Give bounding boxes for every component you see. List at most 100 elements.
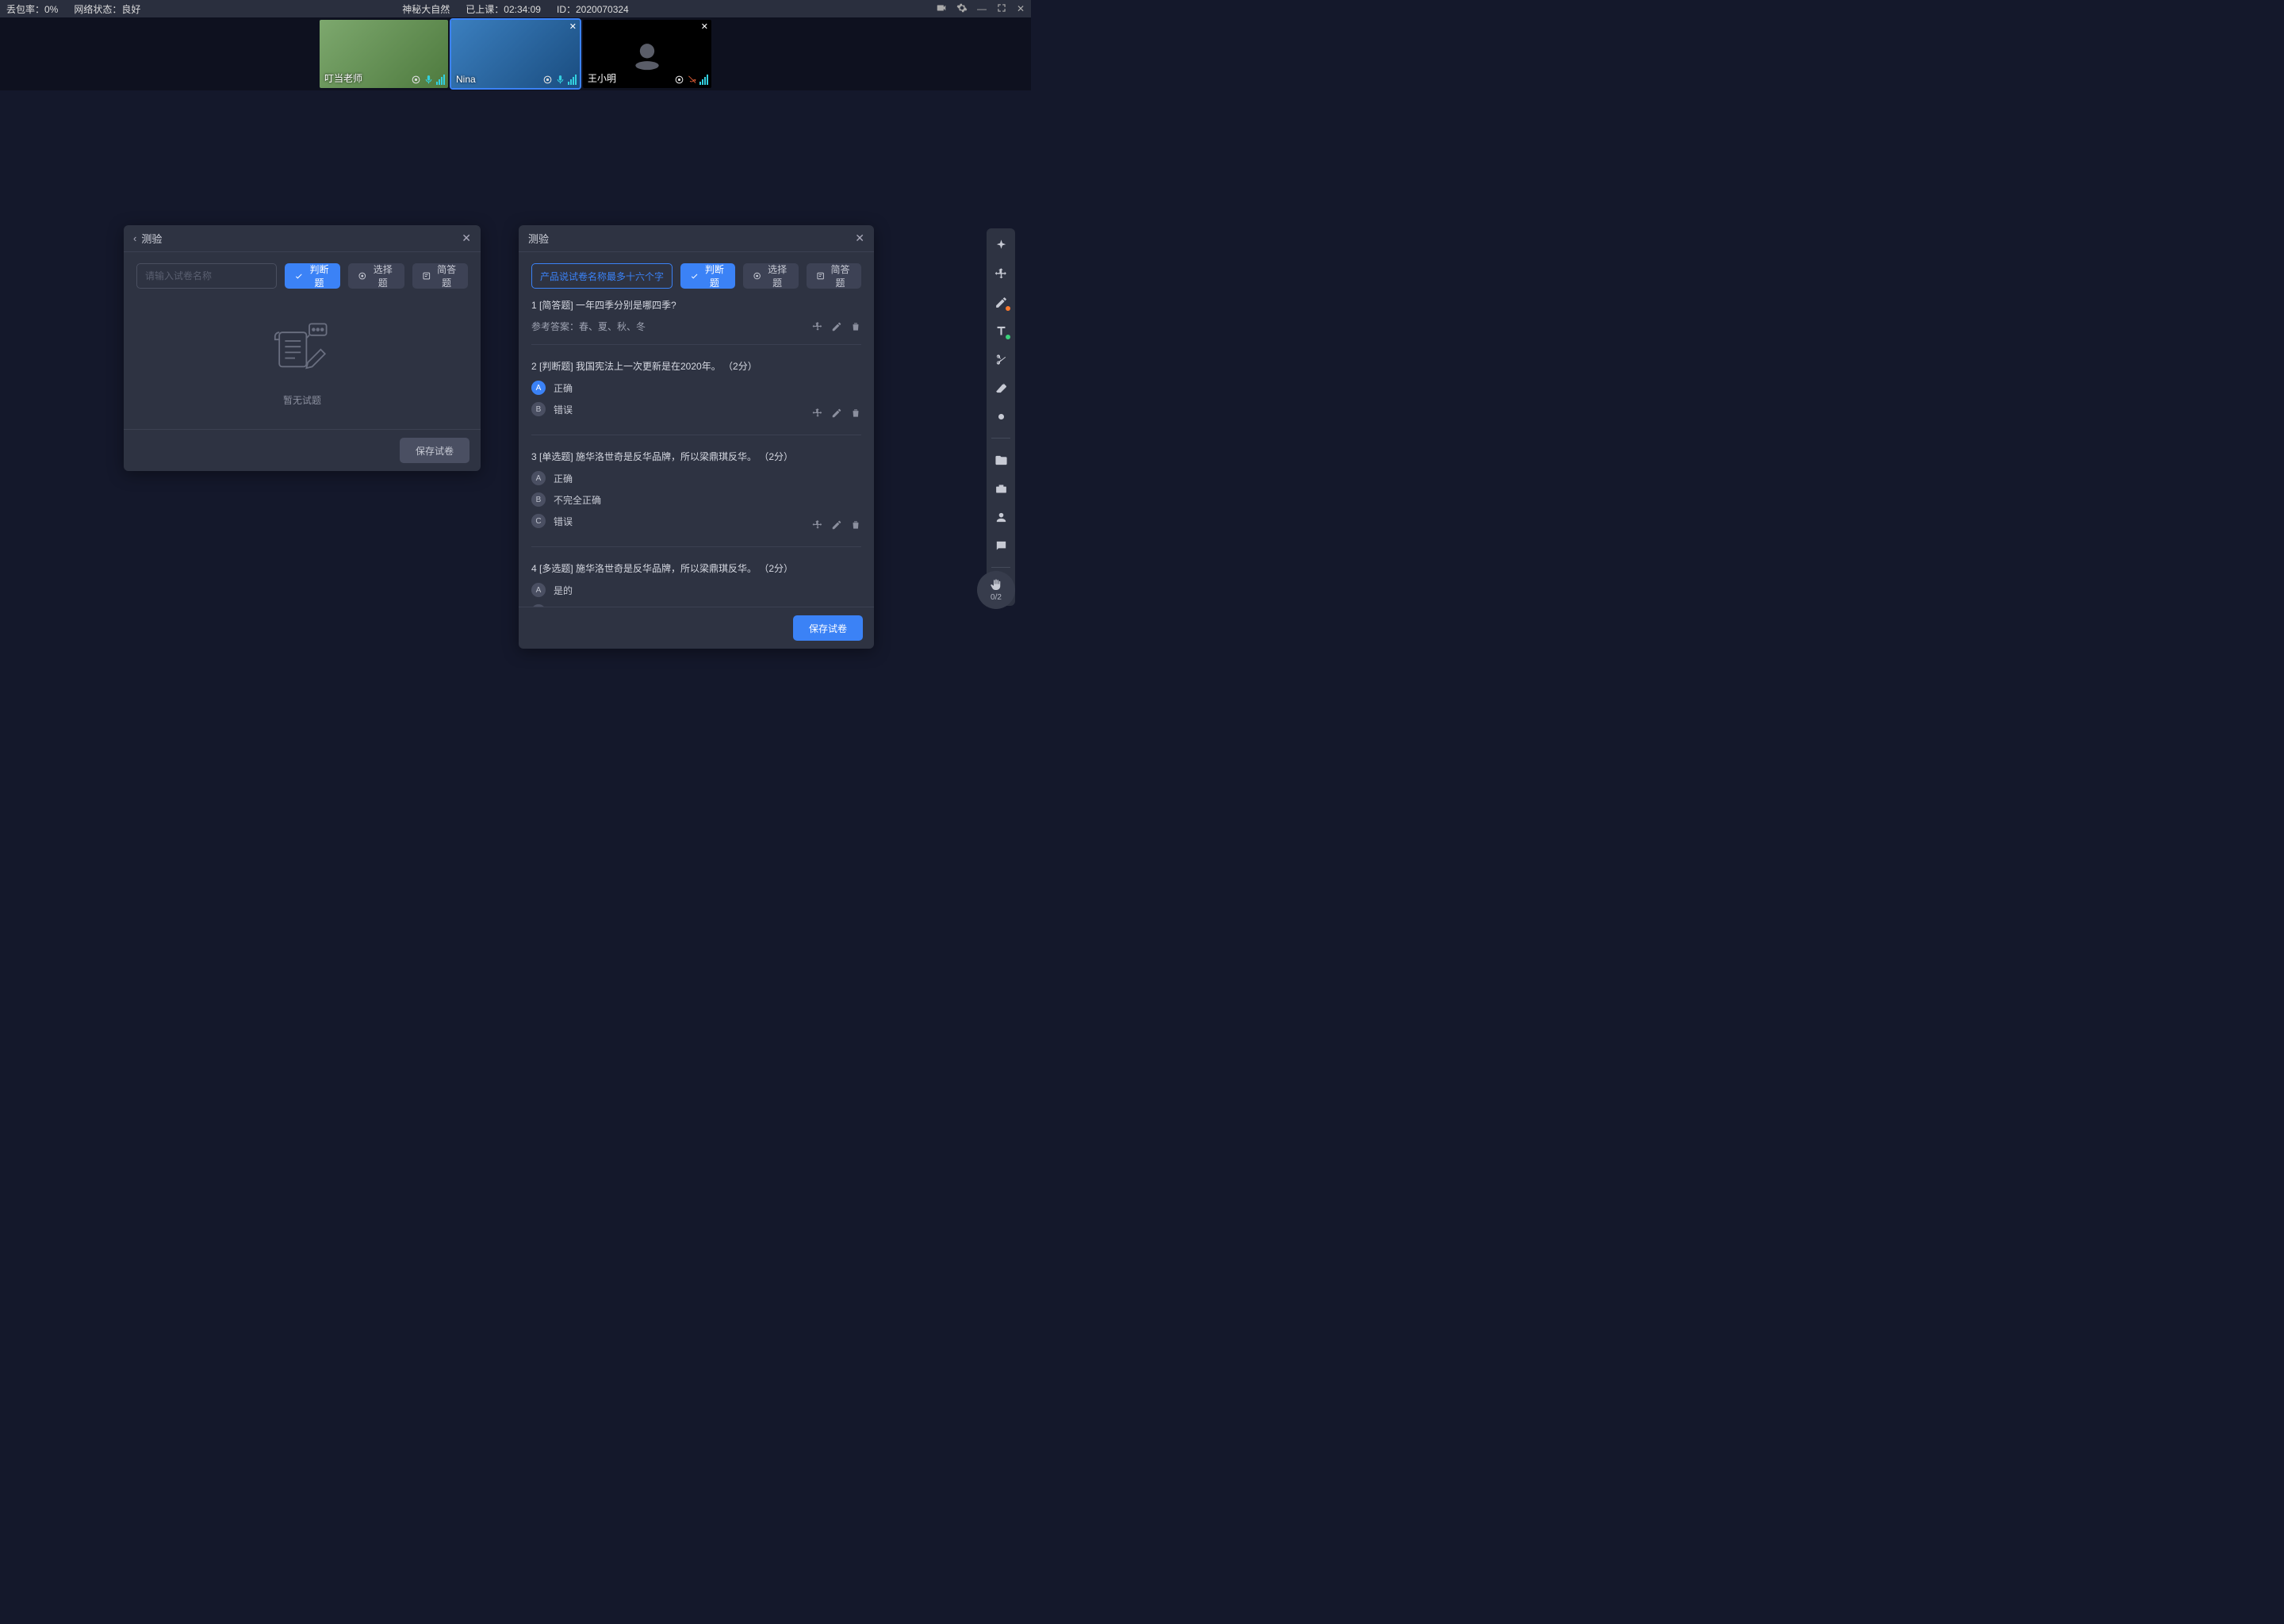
option-text: 错误 — [554, 403, 573, 416]
add-short-button[interactable]: 简答题 — [412, 263, 468, 289]
toolbox-icon[interactable] — [992, 480, 1010, 497]
minimize-button[interactable]: — — [977, 3, 987, 14]
quiz-panel-empty: ‹ 测验 ✕ 判断题 选择题 简答题 — [124, 225, 481, 471]
class-timer: 已上课：02:34:09 — [466, 2, 541, 16]
close-button[interactable]: ✕ — [1017, 3, 1025, 14]
packet-loss: 丢包率：0% — [6, 2, 58, 16]
add-choice-button[interactable]: 选择题 — [743, 263, 798, 289]
add-judge-button[interactable]: 判断题 — [680, 263, 735, 289]
option-letter: A — [531, 381, 546, 395]
audio-level-icon — [699, 75, 708, 85]
close-panel-button[interactable]: ✕ — [855, 232, 864, 245]
scissors-icon[interactable] — [992, 350, 1010, 368]
video-name: Nina — [456, 74, 476, 85]
option-row[interactable]: A 是的 — [531, 583, 861, 597]
option-text: 是的 — [554, 584, 573, 597]
edit-icon[interactable] — [831, 519, 842, 530]
record-icon — [411, 75, 421, 85]
option-text: 不完全正确 — [554, 493, 601, 507]
eraser-icon[interactable] — [992, 379, 1010, 396]
delete-icon[interactable] — [850, 519, 861, 530]
mic-muted-icon — [687, 75, 697, 85]
video-tile[interactable]: ✕王小明 — [583, 20, 711, 88]
close-panel-button[interactable]: ✕ — [462, 232, 471, 245]
question-item: 2 [判断题] 我国宪法上一次更新是在2020年。 （2分）A正确B错误 — [531, 359, 861, 435]
video-row: 叮当老师 ✕ Nina ✕王小明 — [0, 17, 1031, 90]
question-item: 1 [简答题] 一年四季分别是哪四季? 参考答案：春、夏、秋、冬 — [531, 298, 861, 345]
empty-state: 暂无试题 — [136, 289, 468, 419]
audio-level-icon — [568, 75, 577, 85]
network-status: 网络状态：良好 — [74, 2, 140, 16]
question-title: 1 [简答题] 一年四季分别是哪四季? — [531, 298, 861, 312]
option-row[interactable]: B错误 — [531, 402, 573, 416]
video-tile[interactable]: 叮当老师 — [320, 20, 448, 88]
mic-on-icon — [423, 75, 434, 85]
question-actions — [812, 519, 861, 530]
quiz-name-input[interactable] — [136, 263, 277, 289]
option-letter: C — [531, 514, 546, 528]
question-actions — [812, 321, 861, 332]
hand-count: 0/2 — [991, 593, 1002, 602]
save-quiz-button[interactable]: 保存试卷 — [400, 438, 469, 463]
maximize-button[interactable] — [996, 2, 1007, 16]
btn-label: 选择题 — [371, 262, 395, 289]
panel-title: 测验 — [528, 231, 549, 246]
right-toolbar — [987, 228, 1015, 606]
move-icon[interactable] — [812, 408, 823, 419]
option-letter: B — [531, 492, 546, 507]
question-item: 4 [多选题] 施华洛世奇是反华品牌，所以梁鼎琪反华。 （2分）A是的B不完全正… — [531, 561, 861, 607]
move-icon[interactable] — [812, 519, 823, 530]
video-tile[interactable]: ✕ Nina — [451, 20, 580, 88]
settings-icon[interactable] — [956, 2, 968, 16]
status-bar: 丢包率：0% 网络状态：良好 神秘大自然 已上课：02:34:09 ID：202… — [0, 0, 1031, 17]
empty-label: 暂无试题 — [283, 393, 321, 407]
quiz-panel-edit: 测验 ✕ 产品说试卷名称最多十六个字 判断题 选择题 简答题 1 [简答题] 一… — [519, 225, 874, 649]
indicator-dot — [1006, 306, 1010, 311]
close-video-button[interactable]: ✕ — [569, 21, 577, 32]
text-icon[interactable] — [992, 322, 1010, 339]
session-id: ID：2020070324 — [557, 2, 629, 16]
option-letter: A — [531, 583, 546, 597]
audio-level-icon — [436, 75, 445, 85]
indicator-dot — [1006, 335, 1010, 339]
option-row[interactable]: B 不完全正确 — [531, 492, 861, 507]
close-video-button[interactable]: ✕ — [701, 21, 708, 32]
color-icon[interactable] — [992, 408, 1010, 425]
option-text: 错误 — [554, 515, 573, 528]
record-icon — [674, 75, 684, 85]
option-text: 正确 — [554, 472, 573, 485]
edit-icon[interactable] — [831, 321, 842, 332]
back-button[interactable]: ‹ — [133, 232, 136, 244]
record-icon — [542, 75, 553, 85]
edit-icon[interactable] — [831, 408, 842, 419]
delete-icon[interactable] — [850, 408, 861, 419]
user-icon[interactable] — [992, 508, 1010, 526]
raise-hand-button[interactable]: 0/2 — [977, 571, 1015, 609]
add-judge-button[interactable]: 判断题 — [285, 263, 340, 289]
question-title: 3 [单选题] 施华洛世奇是反华品牌，所以梁鼎琪反华。 （2分） — [531, 450, 861, 463]
pen-icon[interactable] — [992, 293, 1010, 311]
window-controls: — ✕ — [936, 2, 1025, 16]
btn-label: 简答题 — [829, 262, 852, 289]
add-short-button[interactable]: 简答题 — [807, 263, 861, 289]
cursor-icon[interactable] — [992, 236, 1010, 254]
move-icon[interactable] — [992, 265, 1010, 282]
btn-label: 判断题 — [703, 262, 726, 289]
folder-icon[interactable] — [992, 451, 1010, 469]
question-title: 4 [多选题] 施华洛世奇是反华品牌，所以梁鼎琪反华。 （2分） — [531, 561, 861, 575]
answer-text: 参考答案：春、夏、秋、冬 — [531, 320, 646, 333]
add-choice-button[interactable]: 选择题 — [348, 263, 404, 289]
option-row[interactable]: C 错误 — [531, 514, 573, 528]
video-badges — [542, 75, 577, 85]
chat-icon[interactable] — [992, 537, 1010, 554]
camera-icon[interactable] — [936, 2, 947, 16]
option-letter: A — [531, 471, 546, 485]
video-badges — [411, 75, 445, 85]
question-item: 3 [单选题] 施华洛世奇是反华品牌，所以梁鼎琪反华。 （2分） A 正确 B 不完全正… — [531, 450, 861, 547]
option-row[interactable]: A正确 — [531, 381, 861, 395]
save-quiz-button[interactable]: 保存试卷 — [793, 615, 863, 641]
delete-icon[interactable] — [850, 321, 861, 332]
option-row[interactable]: A 正确 — [531, 471, 861, 485]
quiz-name-chip[interactable]: 产品说试卷名称最多十六个字 — [531, 263, 673, 289]
move-icon[interactable] — [812, 321, 823, 332]
